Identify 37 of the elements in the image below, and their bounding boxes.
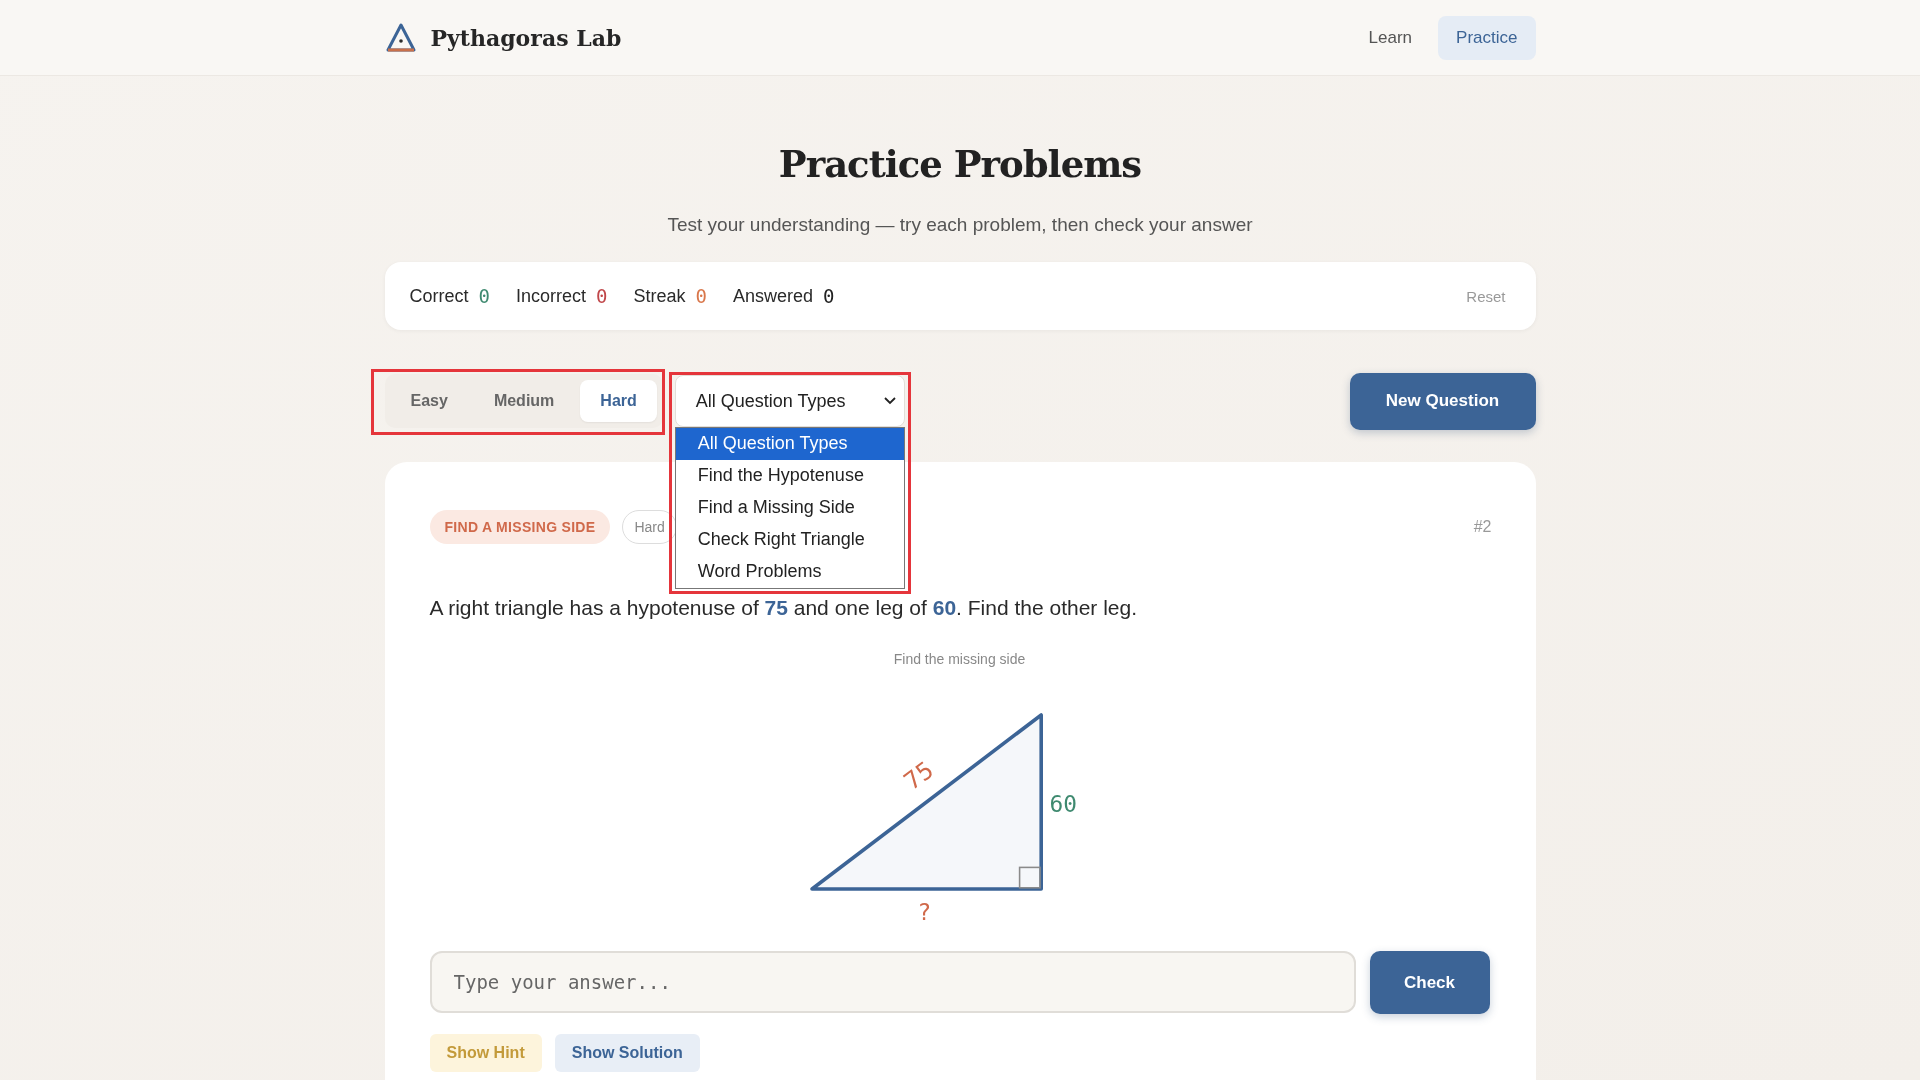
side-label: 75	[898, 756, 939, 796]
difficulty-selector[interactable]: Easy Medium Hard	[384, 374, 663, 428]
question-type-tag: FIND A MISSING SIDE	[429, 510, 611, 544]
side-label: 60	[1049, 791, 1077, 818]
nav-link[interactable]: Learn	[1350, 15, 1431, 60]
brand-name: Pythagoras Lab	[430, 24, 622, 51]
select-value: All Question Types	[695, 390, 846, 412]
stat-value: 0	[823, 285, 835, 307]
dropdown-option[interactable]: Find the Hypotenuse	[675, 460, 904, 492]
difficulty-tab[interactable]: Easy	[390, 380, 468, 422]
stat-value: 0	[478, 285, 490, 307]
answer-field[interactable]: Type your answer...	[429, 951, 1356, 1014]
dropdown-option[interactable]: Word Problems	[675, 556, 904, 588]
stat-value: 0	[695, 285, 707, 307]
dropdown-option[interactable]: Check Right Triangle	[675, 524, 904, 556]
stat-label: Incorrect	[515, 285, 586, 307]
show-solution-button[interactable]: Show Solution	[554, 1034, 700, 1073]
difficulty-tab[interactable]: Hard	[580, 380, 657, 422]
page-subtitle: Test your understanding — try each problem, then check your answer	[666, 214, 1254, 236]
check-button[interactable]: Check	[1369, 951, 1490, 1015]
stat-label: Correct	[409, 285, 469, 307]
stat-label: Answered	[732, 285, 813, 307]
chevron-down-icon	[883, 397, 896, 405]
page-title: Practice Problems	[777, 142, 1143, 186]
side-label: ?	[917, 899, 931, 926]
question-text: A right triangle has a hypotenuse of 75 and one leg of 60. Find the other leg.	[429, 595, 1139, 621]
new-question-button[interactable]: New Question	[1349, 372, 1536, 430]
difficulty-tab[interactable]: Medium	[473, 380, 575, 422]
stat-label: Streak	[633, 285, 686, 307]
triangle-logo-icon	[384, 21, 417, 54]
dropdown-option[interactable]: All Question Types	[675, 428, 904, 460]
type-select[interactable]: All Question Types	[674, 375, 905, 427]
dropdown-option[interactable]: Find a Missing Side	[675, 492, 904, 524]
question-number: #2	[1473, 518, 1492, 536]
stat-value: 0	[596, 285, 608, 307]
nav-link[interactable]: Practice	[1438, 15, 1536, 60]
diagram-caption: Find the missing side	[893, 651, 1026, 668]
